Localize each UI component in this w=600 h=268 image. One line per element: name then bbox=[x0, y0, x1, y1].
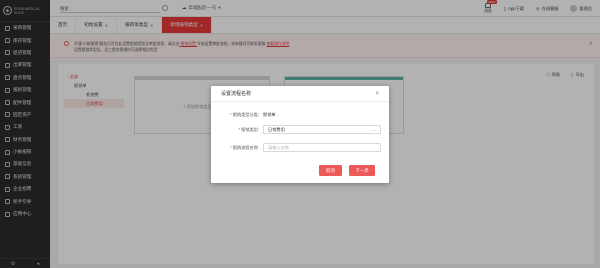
category-value: 报销单 bbox=[263, 112, 276, 117]
chevron-down-icon: ⌄ bbox=[372, 127, 376, 132]
dialog-title: 设置流程名称 bbox=[221, 91, 252, 97]
close-icon[interactable]: × bbox=[375, 91, 379, 97]
flow-name-input[interactable]: 请输入名称 bbox=[263, 143, 381, 152]
field-flow-name: *报销流程名称: 请输入名称 bbox=[227, 143, 381, 152]
field-category: *报销类型分类: 报销单 bbox=[230, 112, 276, 117]
next-button[interactable]: 下一步 bbox=[349, 165, 375, 176]
cancel-button[interactable]: 取消 bbox=[319, 165, 342, 176]
type-select[interactable]: 日常费用 ⌄ bbox=[263, 125, 381, 134]
field-type: *报销类型: 日常费用 ⌄ bbox=[227, 125, 381, 134]
set-flow-name-dialog: 设置流程名称 × *报销类型分类: 报销单 *报销类型: 日常费用 ⌄ *报销流… bbox=[211, 86, 389, 183]
